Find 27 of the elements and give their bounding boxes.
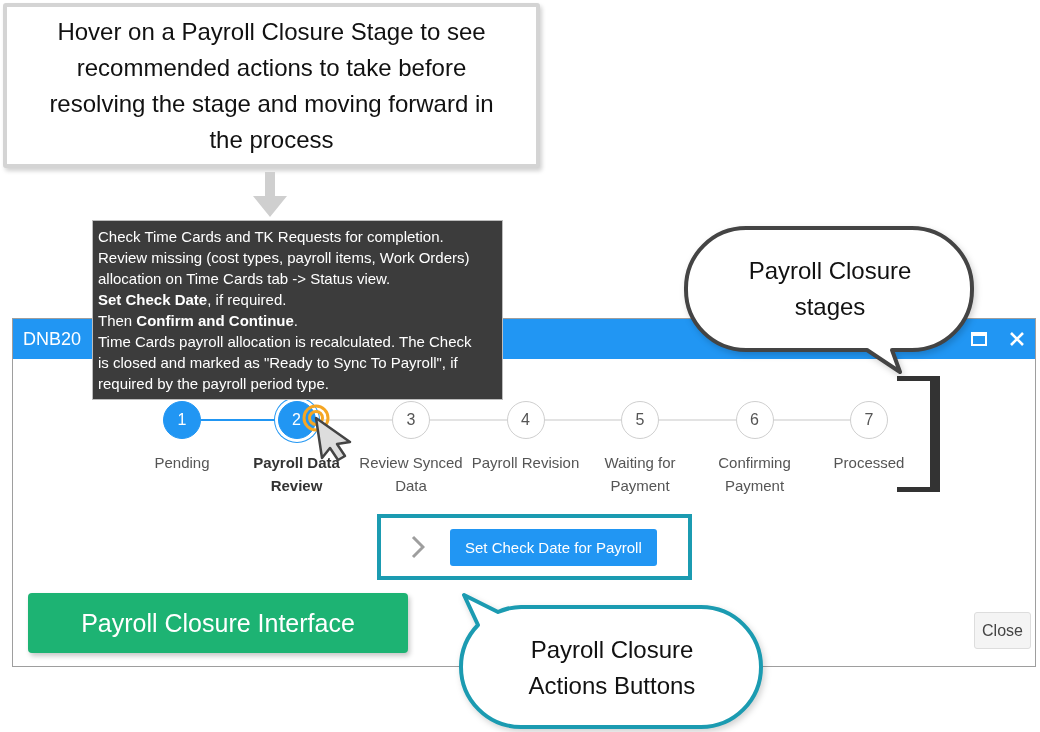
tooltip-text: Check Time Cards and TK Requests for completion. <box>98 227 445 247</box>
close-icon[interactable] <box>1010 332 1024 346</box>
step-number[interactable]: 5 <box>621 401 659 439</box>
step-number[interactable]: 4 <box>506 401 545 439</box>
chevron-right-icon <box>411 535 425 559</box>
stage-label: Confirming Payment <box>717 453 792 496</box>
tooltip-text: Then Confirm and Continue. <box>98 311 300 331</box>
tooltip-text: Review missing (cost types, payroll items, Work Orders) allocation on Time Cards tab -> Status view. <box>98 248 471 289</box>
bubble-text: Payroll Closure Actions Buttons <box>527 635 697 701</box>
stage-label: Review Synced Data <box>358 453 464 496</box>
step-number[interactable]: 7 <box>850 401 888 439</box>
down-arrow-icon <box>252 170 288 218</box>
stage-label: Waiting for Payment <box>603 453 677 496</box>
step-number[interactable]: 3 <box>392 401 430 439</box>
callout-text: Hover on a Payroll Closure Stage to see recommended actions to take before resolving the stage and moving forward in the process <box>48 16 495 155</box>
bubble-text: Payroll Closure stages <box>747 256 913 322</box>
stage-label: Payroll Data Review <box>252 453 341 496</box>
stage-label: Pending <box>153 453 211 473</box>
window-title: DNB20 <box>23 328 82 350</box>
step-number[interactable]: 6 <box>735 401 774 439</box>
tooltip-text: Time Cards payroll allocation is recalculated. The Check is closed and marked as "Ready to Sync To Payroll", if required by the payroll period type. <box>98 332 473 394</box>
stage-label: Payroll Revision <box>470 453 581 473</box>
interface-label: Payroll Closure Interface <box>28 593 408 653</box>
stage-label: Processed <box>832 453 906 473</box>
maximize-icon[interactable] <box>971 332 987 346</box>
close-button[interactable]: Close <box>974 612 1031 649</box>
tooltip-text: Set Check Date, if required. <box>98 290 288 310</box>
